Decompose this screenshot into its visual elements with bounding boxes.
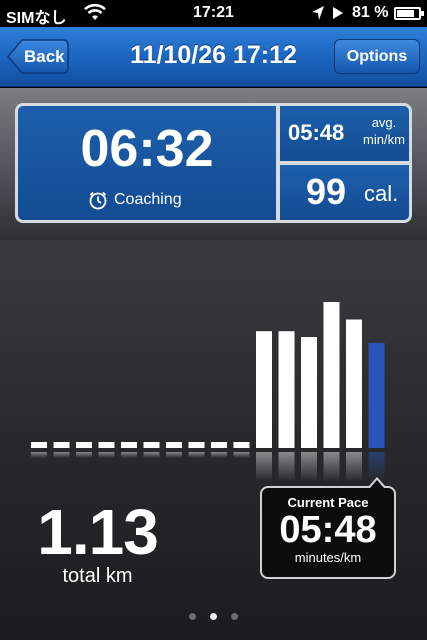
pace-bar [121,442,137,448]
avg-pace-value: 05:48 [288,120,345,145]
battery-icon [394,7,424,20]
pace-bar-reflection [256,452,272,482]
pace-bar [98,442,115,448]
pace-bar-reflection [301,452,317,482]
page-dot[interactable] [210,613,217,620]
page-dot[interactable] [189,613,196,620]
coaching-indicator: Coaching [88,190,182,210]
avg-pace-cell: 05:48 avg. min/km [280,106,409,161]
pace-bar-reflection [121,452,137,458]
pace-bar [53,442,70,448]
current-pace-value: 05:48 [279,509,377,551]
avg-pace-unit-line2: min/km [363,132,405,147]
calories-unit: cal. [364,181,399,206]
avg-pace-unit: avg. min/km [360,114,408,148]
avg-pace-unit-line1: avg. [371,115,397,130]
pace-bar [188,442,205,448]
pace-bar-reflection [323,452,340,482]
pace-bar-reflection [31,452,47,458]
pace-bar-reflection [166,452,182,458]
options-button[interactable]: Options [334,39,420,74]
pace-bar-reflection [143,452,160,458]
elapsed-time: 06:32 [80,120,214,178]
page-indicator[interactable] [0,613,427,620]
stats-area: 06:32 Coaching 05:48 avg. min/km 99 cal. [0,88,427,240]
pace-bar-reflection [346,452,362,482]
stopwatch-icon [89,191,107,210]
calories-value: 99 [306,171,347,212]
pace-bar-chart [31,302,385,482]
pace-bar [301,337,317,448]
pace-bar [211,442,227,448]
page-dot[interactable] [231,613,238,620]
pace-bar-reflection [233,452,250,458]
location-arrow-icon [312,6,324,20]
pace-bar [346,319,362,448]
calories-cell: 99 cal. [280,165,409,220]
pace-bar-reflection [76,452,92,458]
current-pace-bubble: Current Pace 05:48 minutes/km [260,477,396,579]
pace-bar-reflection [278,452,295,482]
pace-bar [323,302,340,448]
pace-bar [278,331,295,448]
pace-bar [143,442,160,448]
pace-bar [166,442,182,448]
pace-bar-reflection [211,452,227,458]
battery-percent: 81 % [352,4,389,21]
current-pace-bar [368,342,385,448]
nav-bar: Back 11/10/26 17:12 Options [0,27,427,87]
distance-value: 1.13 [37,496,159,568]
elapsed-time-cell[interactable]: 06:32 Coaching [18,106,276,220]
distance-summary: 1.13 total km [20,495,175,588]
pace-bar [31,442,47,448]
pace-bar [233,442,250,448]
pace-bar [256,331,272,448]
pace-bar-reflection [98,452,115,458]
current-pace-title: Current Pace [287,495,369,510]
pace-bar-reflection [188,452,205,458]
current-pace-unit: minutes/km [294,550,362,565]
status-bar: SIMなし 17:21 81 % [0,0,427,27]
pace-chart-area: 1.13 total km Current Pace 05:48 minutes… [0,240,427,640]
pace-bar-reflection [53,452,70,458]
play-icon [333,7,343,19]
coaching-label: Coaching [114,191,182,208]
stats-panel: 06:32 Coaching 05:48 avg. min/km 99 cal. [15,103,412,223]
pace-bar [76,442,92,448]
